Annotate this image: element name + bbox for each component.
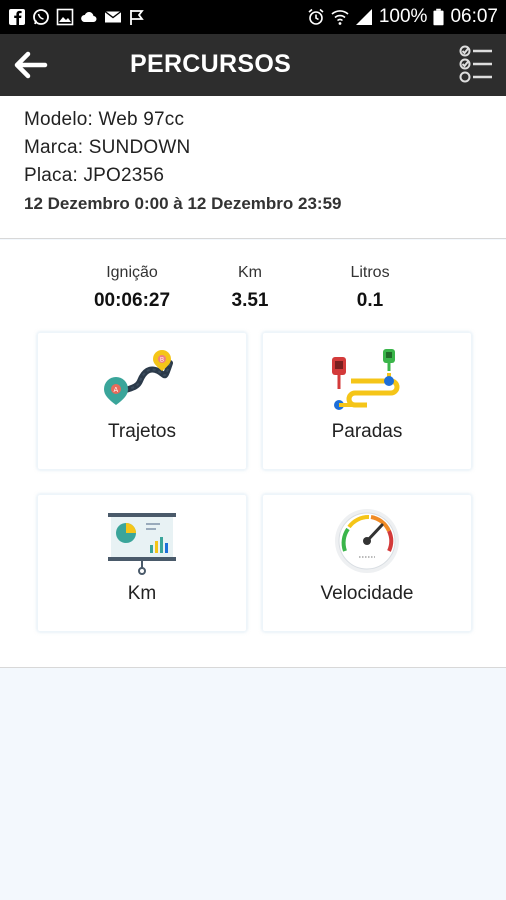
- alarm-icon: [308, 8, 324, 25]
- tile-label: Paradas: [331, 421, 403, 442]
- mail-icon: [104, 10, 122, 23]
- tile-velocidade[interactable]: Velocidade: [262, 494, 472, 632]
- stat-label: Km: [238, 264, 262, 281]
- signal-icon: [355, 9, 372, 25]
- checklist-icon: [459, 45, 492, 83]
- presentation-chart-icon: [108, 513, 176, 575]
- svg-text:A: A: [114, 387, 119, 394]
- wifi-icon: [331, 10, 349, 25]
- stat-km: Km 3.51: [180, 264, 320, 312]
- vehicle-plate: Placa: JPO2356: [24, 165, 165, 186]
- image-icon: [56, 8, 74, 26]
- filter-list-button[interactable]: [458, 44, 494, 84]
- summary-panel: Ignição 00:06:27 Km 3.51 Litros 0.1 A B …: [0, 240, 506, 668]
- whatsapp-icon: [33, 9, 49, 25]
- route-map-icon: A B: [104, 350, 173, 405]
- stats-row: Ignição 00:06:27 Km 3.51 Litros 0.1: [0, 264, 506, 324]
- tile-label: Velocidade: [320, 583, 414, 604]
- tile-label: Km: [127, 583, 157, 604]
- vehicle-brand: Marca: SUNDOWN: [24, 137, 191, 158]
- arrow-left-icon: [14, 51, 48, 79]
- vehicle-model: Modelo: Web 97cc: [24, 109, 185, 130]
- app-bar: PERCURSOS: [0, 34, 506, 96]
- status-bar: 100% 06:07: [0, 0, 506, 34]
- stops-route-icon: [332, 349, 400, 410]
- tile-km[interactable]: Km: [37, 494, 247, 632]
- battery-percent: 100%: [378, 6, 428, 27]
- stat-value: 0.1: [356, 290, 384, 311]
- stat-litros: Litros 0.1: [300, 264, 440, 312]
- system-status: 100% 06:07: [307, 6, 498, 28]
- stat-value: 3.51: [231, 290, 269, 311]
- stat-label: Litros: [350, 264, 390, 281]
- page-title: PERCURSOS: [130, 50, 292, 78]
- facebook-icon: [9, 9, 25, 25]
- speedometer-icon: [335, 509, 399, 573]
- vehicle-info-panel: Modelo: Web 97cc Marca: SUNDOWN Placa: J…: [0, 96, 506, 239]
- tile-paradas[interactable]: Paradas: [262, 332, 472, 470]
- date-range: 12 Dezembro 0:00 à 12 Dezembro 23:59: [24, 194, 342, 213]
- notification-icons: [8, 8, 146, 26]
- back-button[interactable]: [10, 48, 50, 82]
- tile-label: Trajetos: [108, 421, 176, 442]
- clock: 06:07: [450, 6, 498, 27]
- tile-trajetos[interactable]: A B Trajetos: [37, 332, 247, 470]
- cloud-icon: [81, 12, 97, 22]
- battery-icon: [433, 8, 444, 26]
- svg-text:B: B: [160, 358, 164, 364]
- flag-icon: [130, 10, 144, 25]
